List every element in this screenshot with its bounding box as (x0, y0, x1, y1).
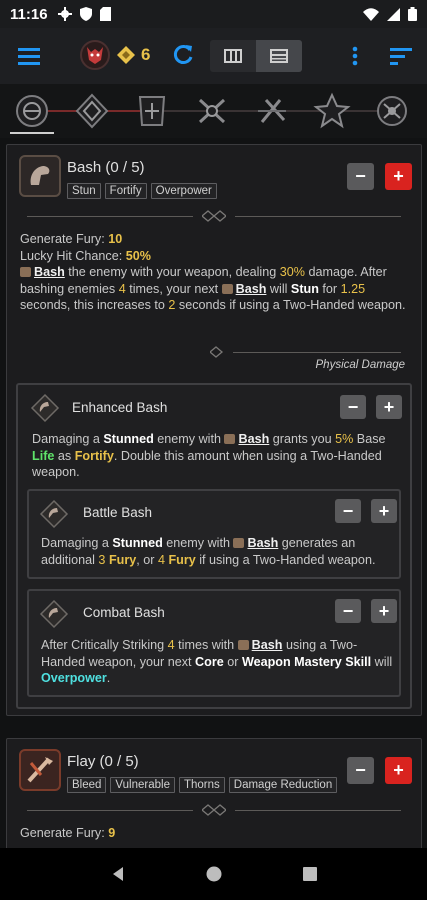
tag[interactable]: Thorns (178, 777, 225, 793)
barbarian-icon (87, 47, 103, 64)
refresh-icon[interactable] (170, 42, 196, 68)
decrease-enhancement-button[interactable]: − (340, 395, 366, 419)
add-upgrade-button[interactable]: + (371, 599, 397, 623)
view-toggle (210, 40, 302, 72)
tree-node-ultimate[interactable] (312, 92, 352, 130)
core-skills-icon (75, 93, 109, 129)
stat-label: Generate Fury: (20, 232, 105, 246)
divider (7, 803, 421, 817)
tag[interactable]: Fortify (104, 183, 147, 199)
decrease-upgrade-button[interactable]: − (335, 599, 361, 623)
decrease-upgrade-button[interactable]: − (335, 499, 361, 523)
decrease-rank-button[interactable]: − (347, 163, 374, 190)
upgrade-title: Combat Bash (83, 605, 165, 620)
battery-icon (408, 7, 417, 21)
sd-card-icon (99, 7, 111, 21)
battle-bash-icon (39, 499, 69, 529)
damage-type: Physical Damage (315, 359, 405, 371)
skill-header: Bash (0 / 5) Stun Fortify Overpower − + (7, 145, 421, 205)
tree-node-brawling[interactable] (192, 92, 232, 130)
ultimate-skills-icon (313, 92, 351, 129)
flay-icon (19, 749, 61, 791)
skill-description: Bash the enemy with your weapon, dealing… (20, 265, 406, 312)
skill-card-flay: Flay (0 / 5) Bleed Vulnerable Thorns Dam… (6, 738, 422, 848)
combat-bash-icon (39, 599, 69, 629)
stat-value: 50% (125, 248, 151, 263)
columns-icon (224, 49, 242, 63)
tag[interactable]: Vulnerable (110, 777, 175, 793)
divider (7, 209, 421, 223)
add-upgrade-button[interactable]: + (371, 499, 397, 523)
enhanced-bash-icon (30, 393, 60, 423)
stat-value: 10 (108, 232, 123, 246)
class-avatar[interactable] (80, 40, 110, 70)
enhancement-card: Enhanced Bash − + Damaging a Stunned ene… (16, 383, 412, 709)
tree-node-weapon-mastery[interactable] (252, 92, 292, 130)
menu-icon[interactable] (16, 44, 44, 68)
system-nav-bar (0, 848, 427, 900)
stat-label: Lucky Hit Chance: (20, 248, 123, 263)
tag[interactable]: Damage Reduction (228, 777, 338, 793)
upgrade-card-combat-bash: Combat Bash − + After Critically Strikin… (27, 589, 401, 697)
key-passive-icon (377, 96, 407, 126)
tag[interactable]: Bleed (67, 777, 107, 793)
weapon-mastery-icon (258, 98, 286, 123)
basic-skills-icon (16, 95, 48, 127)
shield-icon (79, 7, 92, 21)
selected-node-indicator (10, 132, 54, 134)
upgrade-title: Battle Bash (83, 505, 153, 520)
skill-tree-bar (0, 84, 427, 138)
increase-rank-button[interactable]: + (385, 163, 412, 190)
list-view-button[interactable] (256, 40, 302, 72)
tag[interactable]: Stun (67, 183, 101, 199)
brawling-skills-icon (198, 98, 226, 124)
sort-icon[interactable] (388, 46, 414, 66)
home-icon[interactable] (205, 865, 223, 883)
skill-tags: Stun Fortify Overpower (67, 183, 217, 199)
settings-icon (57, 7, 72, 21)
more-vert-icon[interactable] (348, 44, 362, 68)
stat-label: Generate Fury: (20, 826, 105, 840)
bash-icon (19, 155, 61, 197)
skill-stats: Generate Fury: 9 (20, 825, 115, 842)
divider (7, 345, 423, 359)
defensive-skills-icon (138, 96, 166, 126)
tag[interactable]: Overpower (150, 183, 217, 199)
upgrade-card-battle-bash: Battle Bash − + Damaging a Stunned enemy… (27, 489, 401, 579)
app-toolbar: 6 (0, 28, 427, 84)
skill-title: Bash (0 / 5) (67, 159, 145, 176)
add-enhancement-button[interactable]: + (376, 395, 402, 419)
grid-view-button[interactable] (210, 40, 256, 72)
recents-icon[interactable] (302, 866, 318, 882)
upgrade-description: Damaging a Stunned enemy with Bash gener… (41, 536, 376, 567)
skill-point-icon (117, 46, 135, 64)
skill-header: Flay (0 / 5) Bleed Vulnerable Thorns Dam… (7, 739, 421, 799)
upgrade-description: After Critically Striking 4 times with B… (41, 638, 393, 685)
skill-tags: Bleed Vulnerable Thorns Damage Reduction (67, 777, 338, 793)
tree-node-core[interactable] (72, 92, 112, 130)
enhancement-title: Enhanced Bash (72, 400, 168, 415)
list-icon (270, 49, 288, 63)
enhancement-description: Damaging a Stunned enemy with Bash grant… (32, 432, 386, 479)
back-icon[interactable] (109, 865, 127, 883)
tree-node-defensive[interactable] (132, 92, 172, 130)
status-bar: 11:16 (0, 0, 427, 28)
signal-icon (387, 7, 400, 21)
skill-points-count: 6 (141, 45, 151, 64)
skill-card-bash: Bash (0 / 5) Stun Fortify Overpower − + … (6, 144, 422, 716)
skill-title: Flay (0 / 5) (67, 753, 139, 770)
decrease-rank-button[interactable]: − (347, 757, 374, 784)
increase-rank-button[interactable]: + (385, 757, 412, 784)
tree-node-basic[interactable] (12, 92, 52, 130)
stat-value: 9 (108, 826, 116, 840)
skill-list[interactable]: Bash (0 / 5) Stun Fortify Overpower − + … (0, 138, 427, 848)
status-time: 11:16 (10, 5, 48, 23)
skill-stats: Generate Fury: 10 Lucky Hit Chance: 50% … (20, 231, 410, 314)
wifi-icon (363, 7, 379, 21)
tree-node-key-passive[interactable] (372, 92, 412, 130)
